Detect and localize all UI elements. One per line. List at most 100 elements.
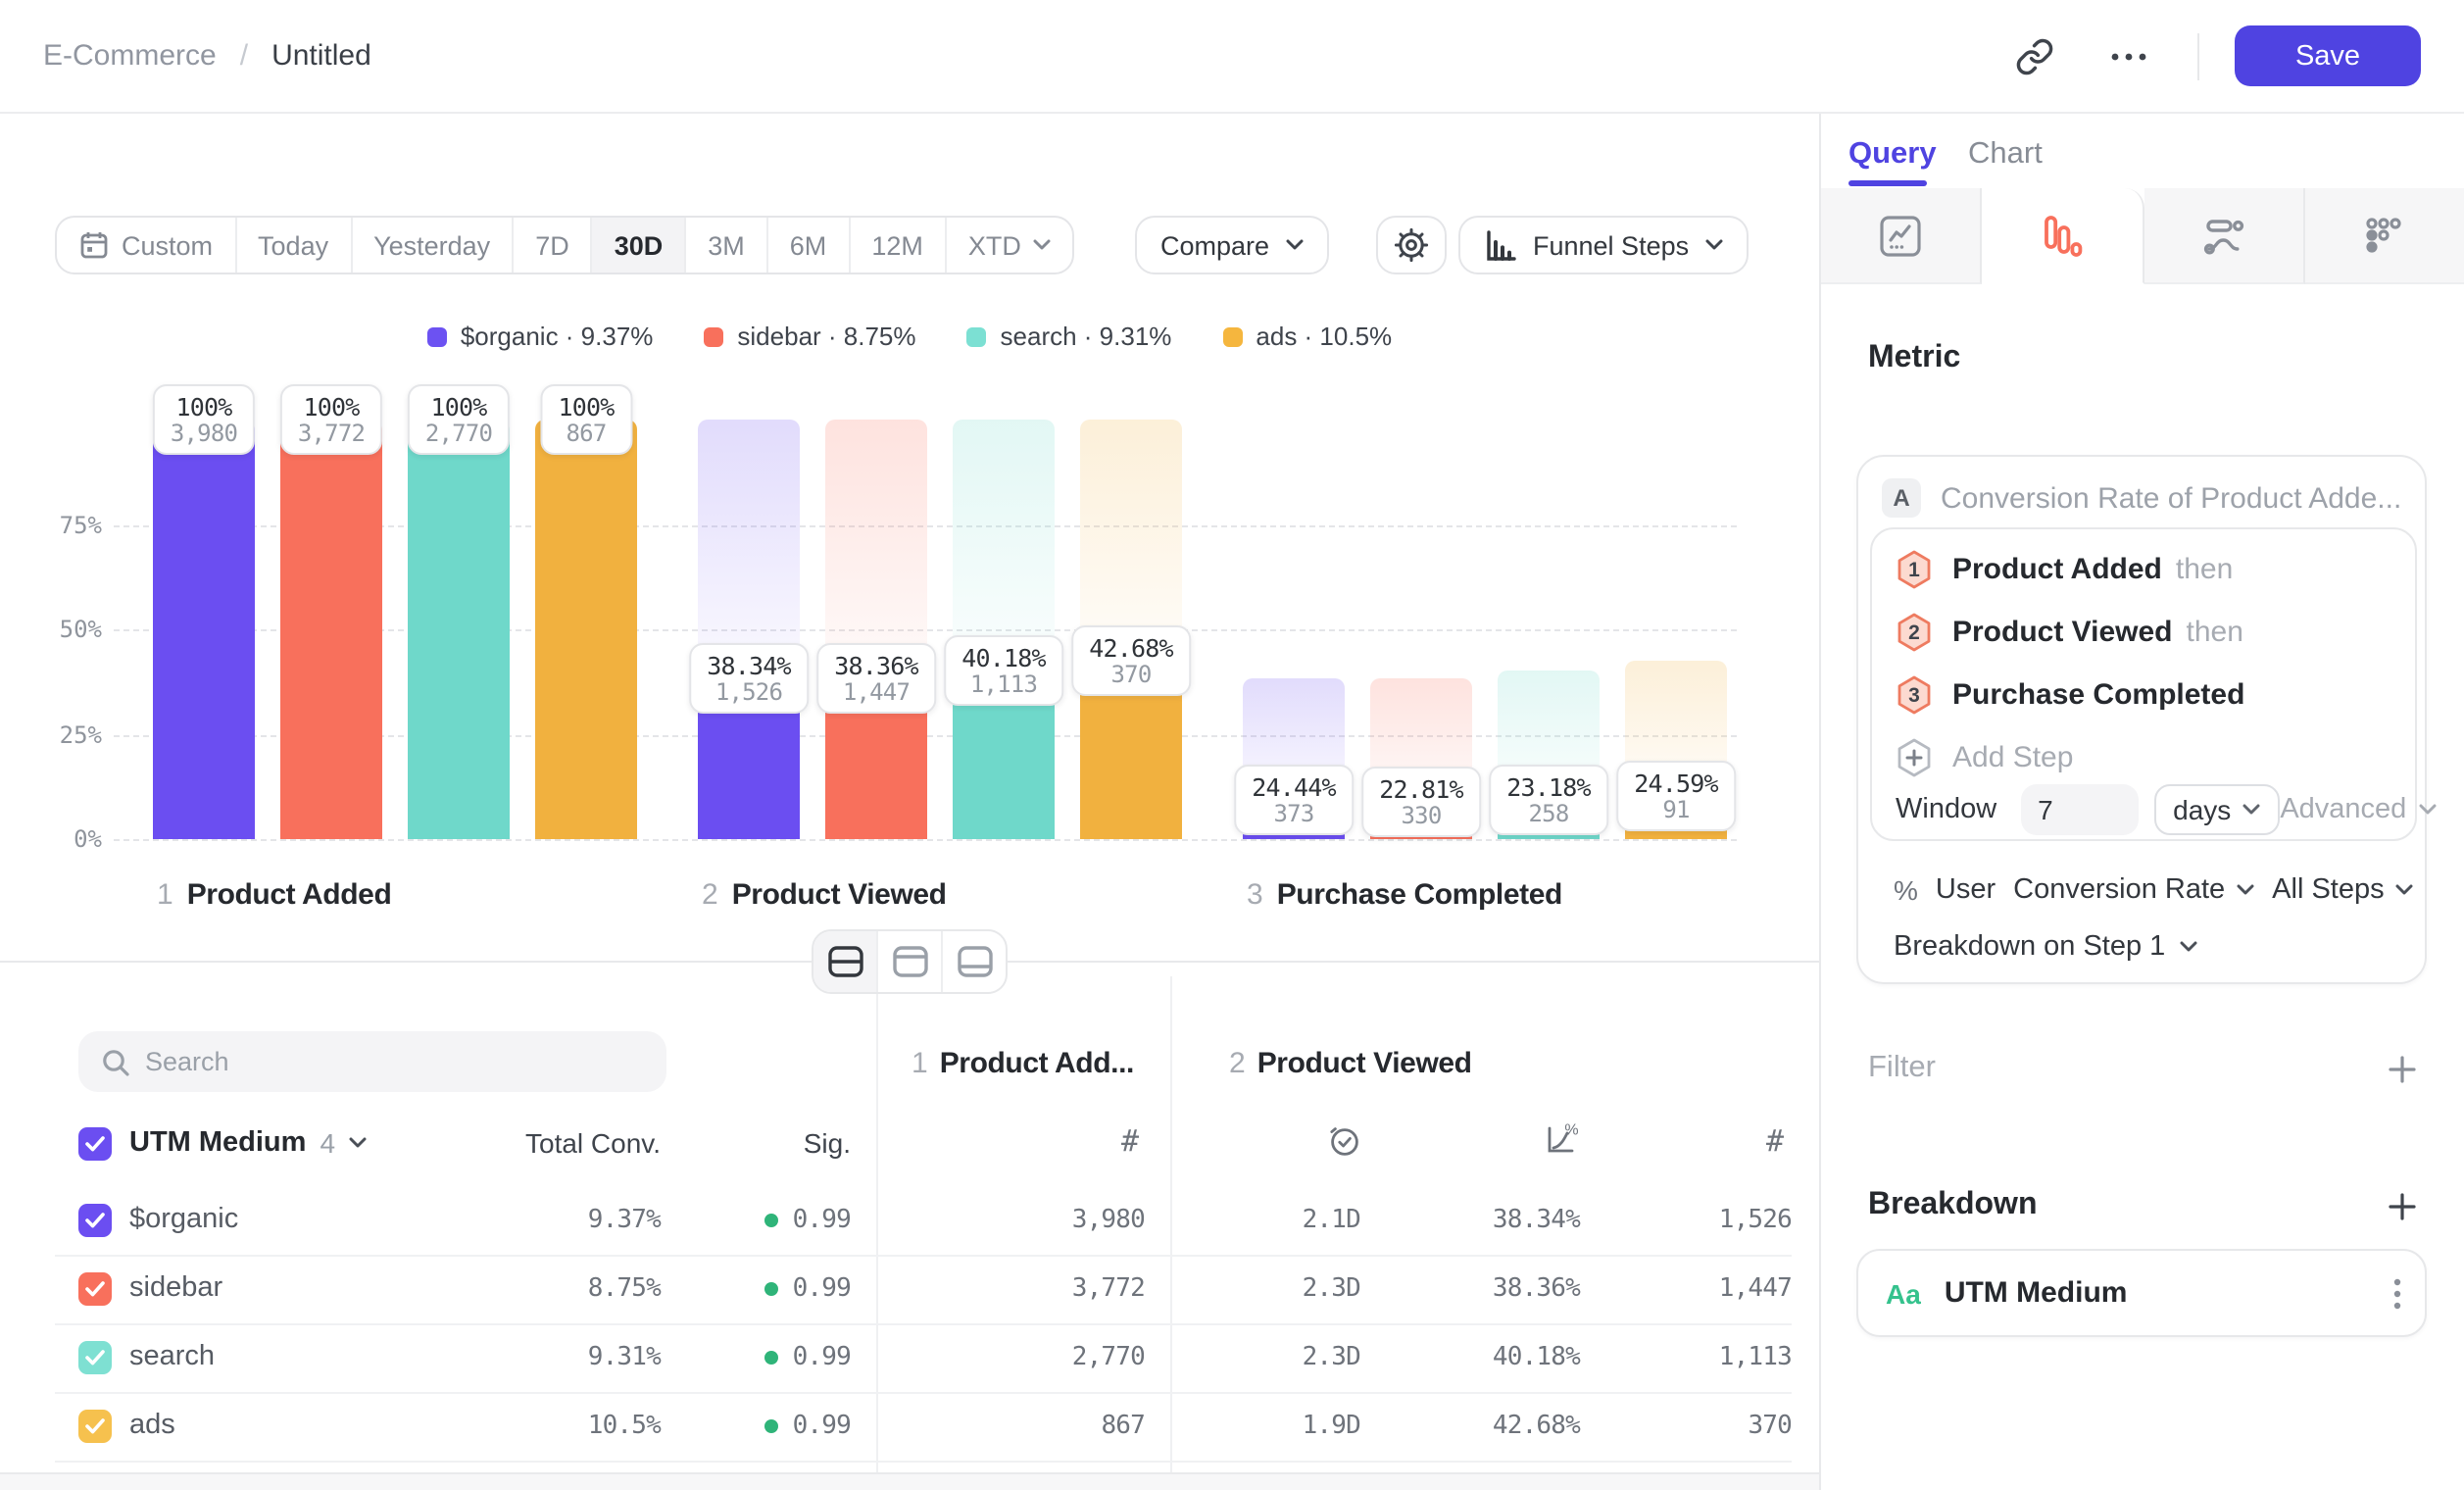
query-panel: Query Chart Metric A Conversion Rate of … — [1821, 114, 2464, 1490]
link-icon — [2015, 36, 2054, 75]
measure-row: % User Conversion Rate All Steps — [1894, 872, 2414, 908]
bar-percent: 24.59% — [1634, 768, 1718, 797]
chevron-down-icon — [2179, 941, 2196, 953]
bar-value-label: 22.81%330 — [1361, 768, 1481, 838]
row-checkbox[interactable] — [78, 1272, 112, 1306]
row-checkbox[interactable] — [78, 1204, 112, 1237]
bar-count: 330 — [1379, 805, 1463, 830]
funnel-ghost-bar — [698, 420, 800, 678]
measure-metric-select[interactable]: Conversion Rate — [2013, 874, 2254, 906]
row-checkbox[interactable] — [78, 1341, 112, 1374]
sig-dot — [765, 1214, 779, 1227]
breakdown-on-label: Breakdown on Step 1 — [1894, 931, 2165, 963]
conversion-window-row: Window days Advanced — [1896, 784, 2395, 835]
bar-percent: 40.18% — [961, 643, 1046, 672]
funnel-bar-ads-step1[interactable] — [535, 420, 637, 839]
step-number: 2 — [702, 878, 718, 912]
advanced-toggle[interactable]: Advanced — [2280, 794, 2436, 825]
cell-total-conv: 10.5% — [392, 1412, 661, 1441]
metric-step-2[interactable]: 2Product Viewedthen — [1896, 604, 2243, 659]
bar-percent: 38.34% — [707, 651, 791, 680]
retention-icon — [2361, 212, 2408, 259]
tab-query[interactable]: Query — [1848, 129, 1937, 180]
metric-title-row[interactable]: A Conversion Rate of Product Adde... — [1882, 478, 2401, 518]
layout-table-only-button[interactable] — [943, 931, 1006, 992]
table-row-ads[interactable]: ads10.5%0.998671.9D42.68%370 — [55, 1392, 1792, 1463]
check-icon — [84, 1349, 106, 1366]
layout-split-button[interactable] — [813, 931, 878, 992]
report-type-retention[interactable] — [2305, 188, 2464, 284]
step-name: Product Added — [187, 878, 392, 912]
svg-text:1: 1 — [1908, 558, 1920, 580]
bar-count: 1,113 — [961, 672, 1046, 698]
step-number-badge: 2 — [1896, 611, 1933, 652]
breadcrumb: E-Commerce / Untitled — [43, 39, 371, 73]
breadcrumb-separator: / — [240, 39, 248, 73]
measure-scope-select[interactable]: All Steps — [2272, 874, 2413, 906]
cell-step1-count: 867 — [912, 1412, 1145, 1441]
funnel-bar-sidebar-step1[interactable] — [280, 420, 382, 839]
kebab-icon — [2393, 1277, 2401, 1309]
sig-dot — [765, 1282, 779, 1296]
breakdown-section: Breakdown — [1868, 1188, 2417, 1223]
bar-percent: 100% — [558, 392, 614, 422]
breakdown-item[interactable]: Aa UTM Medium — [1856, 1249, 2427, 1337]
bar-count: 370 — [1089, 662, 1173, 687]
bar-percent: 42.68% — [1089, 632, 1173, 662]
report-pane: CustomTodayYesterday7D30D3M6M12MXTD Comp… — [0, 114, 1821, 1490]
chevron-down-icon — [2418, 804, 2436, 816]
cell-conv-rate: 38.36% — [1384, 1274, 1580, 1304]
add-filter-button[interactable] — [2388, 1054, 2417, 1083]
ellipsis-icon — [2111, 52, 2146, 60]
window-unit-select[interactable]: days — [2153, 784, 2280, 835]
bar-value-label: 40.18%1,113 — [944, 635, 1063, 706]
step-number-badge: 1 — [1896, 548, 1933, 589]
metric-heading: Metric — [1868, 341, 1960, 376]
percent-icon: % — [1894, 874, 1918, 906]
window-unit-label: days — [2173, 794, 2231, 825]
measure-entity[interactable]: User — [1936, 874, 1996, 906]
add-breakdown-button[interactable] — [2388, 1191, 2417, 1220]
window-value-input[interactable] — [2020, 784, 2138, 835]
metric-step-name: Purchase Completed — [1952, 677, 2244, 711]
bar-percent: 100% — [171, 392, 237, 422]
funnel-bar-search-step1[interactable] — [408, 420, 510, 839]
report-type-funnel[interactable] — [1983, 188, 2144, 284]
svg-text:2: 2 — [1908, 621, 1920, 643]
table-row-sidebar[interactable]: sidebar8.75%0.993,7722.3D38.36%1,447 — [55, 1255, 1792, 1325]
step-number: 3 — [1247, 878, 1263, 912]
filter-heading: Filter — [1868, 1051, 1936, 1086]
metric-step-1[interactable]: 1Product Addedthen — [1896, 541, 2233, 596]
cell-conv-rate: 40.18% — [1384, 1343, 1580, 1372]
breadcrumb-parent[interactable]: E-Commerce — [43, 39, 217, 73]
cell-significance: 0.99 — [686, 1206, 851, 1235]
breakdown-on-step-select[interactable]: Breakdown on Step 1 — [1894, 929, 2196, 965]
funnel-bar-organic-step1[interactable] — [153, 420, 255, 839]
chevron-down-icon — [2396, 884, 2414, 896]
table-row-search[interactable]: search9.31%0.992,7702.3D40.18%1,113 — [55, 1323, 1792, 1394]
divider — [2197, 32, 2199, 79]
breadcrumb-current[interactable]: Untitled — [271, 39, 371, 73]
table-row-organic[interactable]: $organic9.37%0.993,9802.1D38.34%1,526 — [55, 1186, 1792, 1257]
bar-count: 3,980 — [171, 422, 237, 447]
cell-significance: 0.99 — [686, 1274, 851, 1304]
breakdown-item-menu-button[interactable] — [2393, 1277, 2401, 1309]
tab-chart[interactable]: Chart — [1968, 129, 2043, 180]
bar-value-label: 24.44%373 — [1234, 765, 1354, 835]
sig-value: 0.99 — [793, 1343, 851, 1372]
layout-chart-only-button[interactable] — [878, 931, 943, 992]
share-link-button[interactable] — [2001, 23, 2068, 89]
row-checkbox[interactable] — [78, 1410, 112, 1443]
metric-step-3[interactable]: 3Purchase Completed — [1896, 667, 2244, 721]
bar-count: 373 — [1252, 802, 1336, 827]
layout-split-icon — [826, 945, 863, 978]
add-step-button[interactable]: Add Step — [1896, 729, 2073, 784]
more-menu-button[interactable] — [2095, 23, 2162, 89]
report-type-flows[interactable] — [2144, 188, 2305, 284]
funnel-ghost-bar — [953, 420, 1055, 670]
cell-step2-count: 1,113 — [1596, 1343, 1792, 1372]
sig-value: 0.99 — [793, 1206, 851, 1235]
save-button[interactable]: Save — [2235, 25, 2421, 86]
bar-value-label: 24.59%91 — [1616, 760, 1736, 830]
report-type-insights[interactable] — [1821, 188, 1983, 284]
